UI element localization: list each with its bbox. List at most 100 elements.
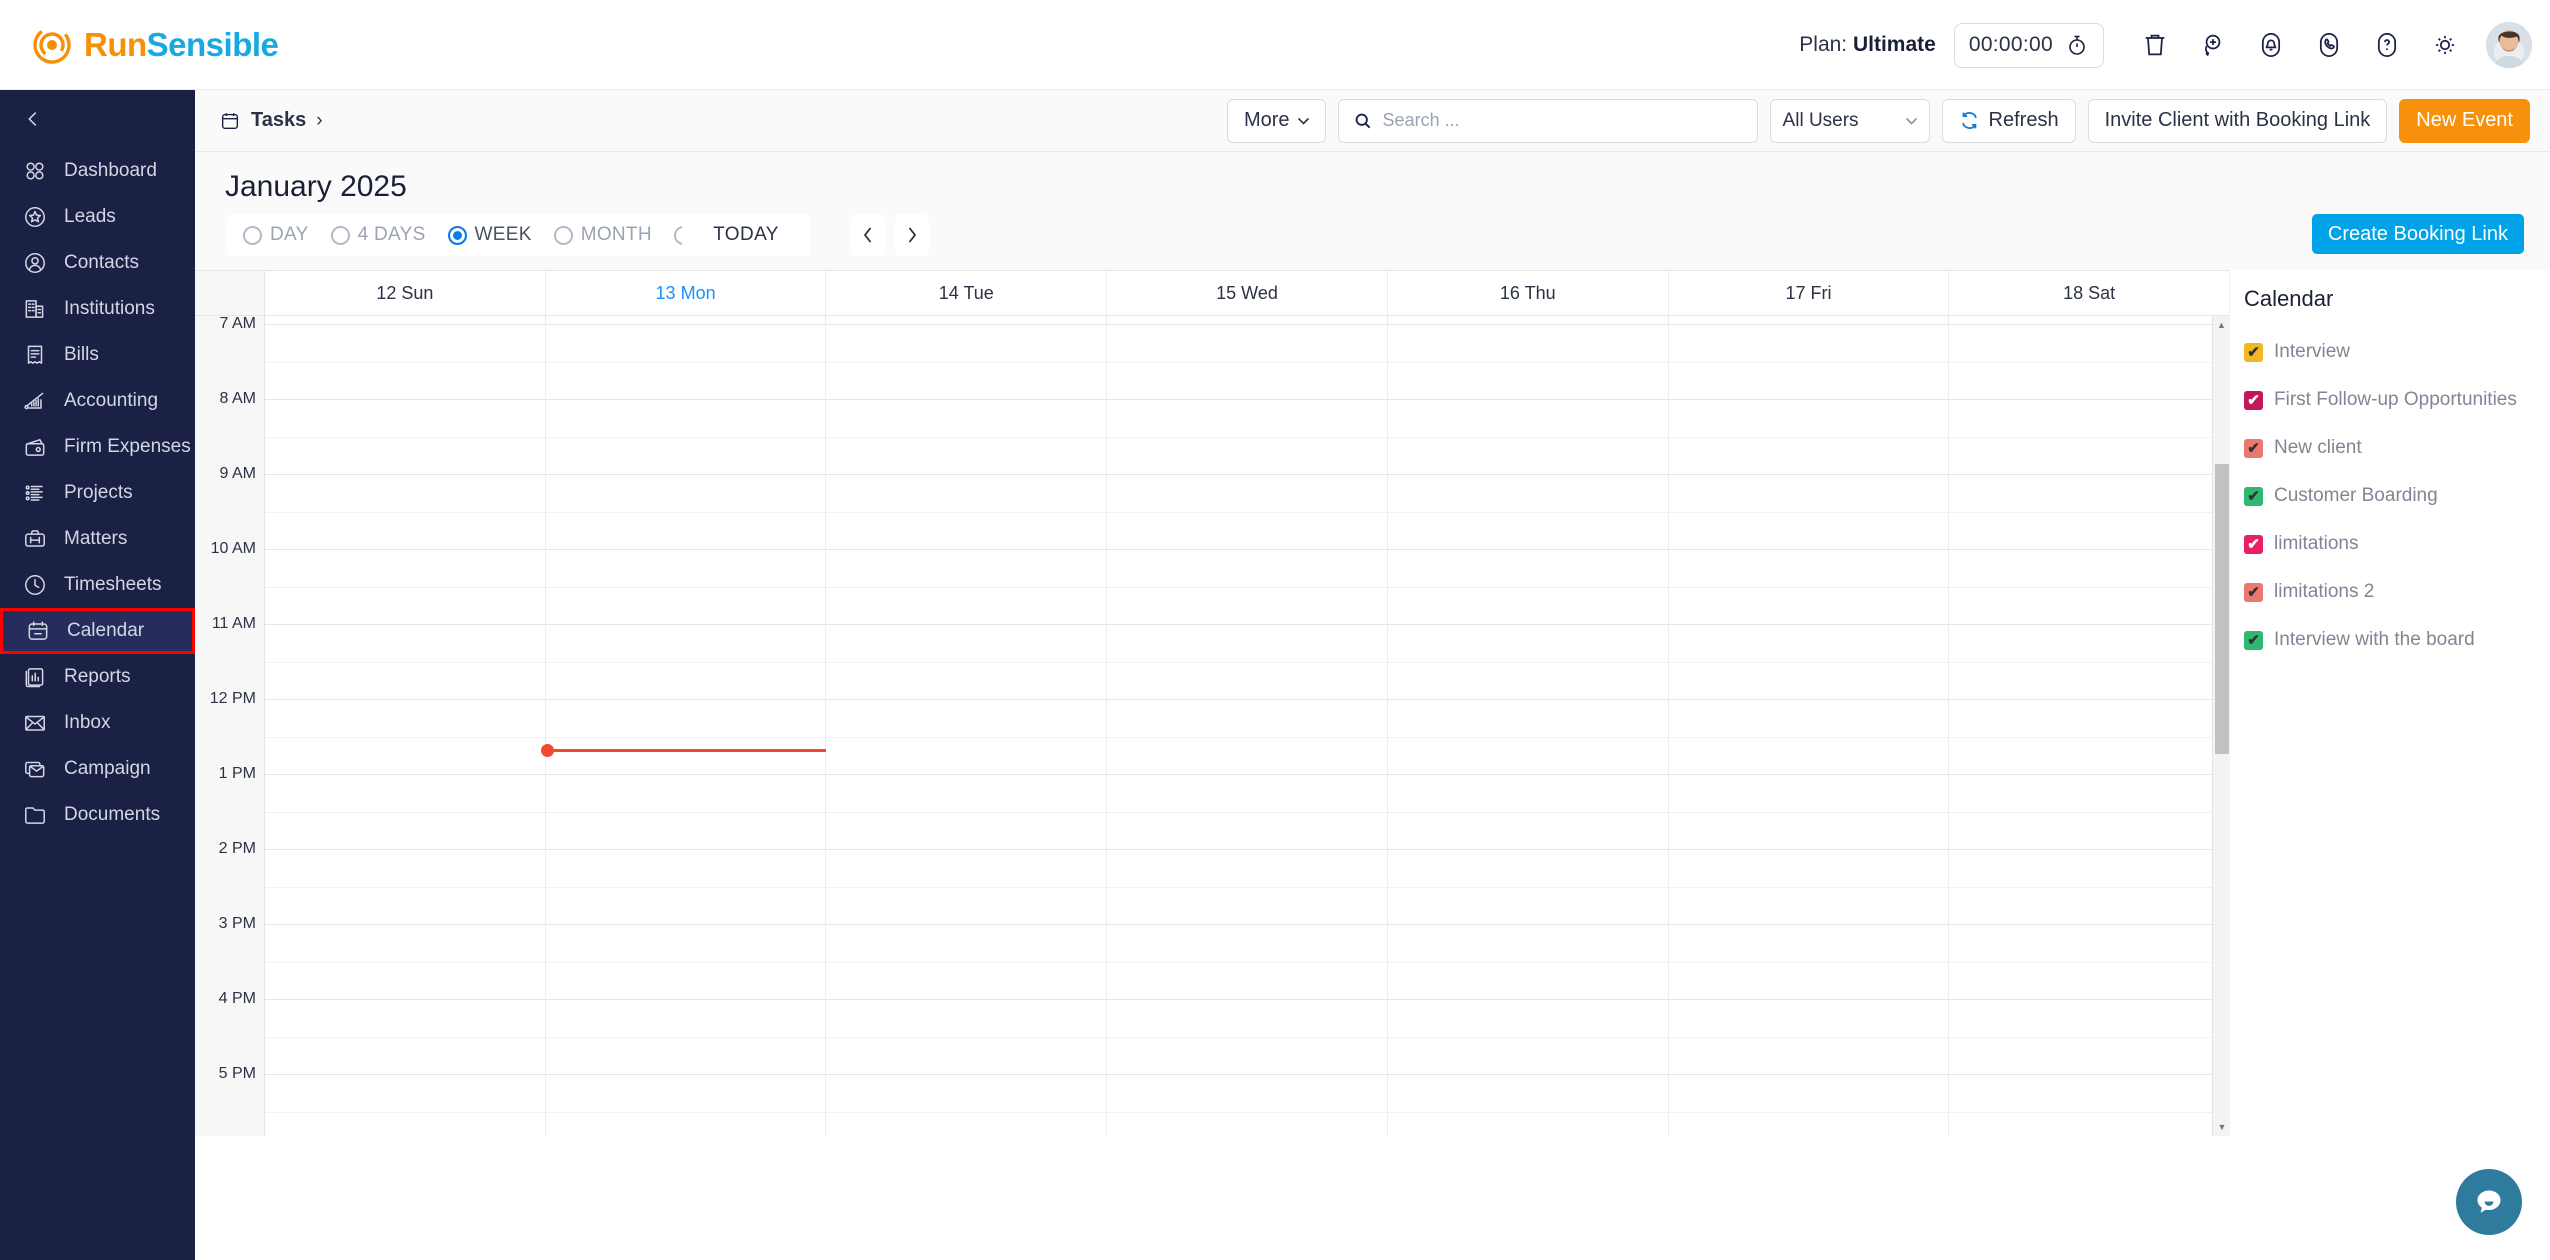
sidebar-item-documents[interactable]: Documents: [0, 792, 195, 838]
search-box[interactable]: [1337, 98, 1758, 143]
scroll-down-arrow[interactable]: ▼: [2213, 1118, 2231, 1136]
sidebar-item-contacts[interactable]: Contacts: [0, 240, 195, 286]
call-button[interactable]: [2300, 16, 2358, 74]
sidebar-item-bills[interactable]: Bills: [0, 332, 195, 378]
calendar-filter-checkbox[interactable]: ✔: [2244, 390, 2263, 410]
invite-client-button[interactable]: Invite Client with Booking Link: [2087, 98, 2388, 143]
user-filter-select[interactable]: All Users: [1769, 98, 1930, 143]
documents-icon-wrap: [22, 802, 48, 828]
day-header-today[interactable]: 13 Mon: [546, 271, 827, 315]
sidebar-item-inbox[interactable]: Inbox: [0, 700, 195, 746]
sidebar-item-timesheets[interactable]: Timesheets: [0, 562, 195, 608]
day-header[interactable]: 14 Tue: [826, 271, 1108, 315]
trash-icon: [2145, 34, 2165, 56]
day-column[interactable]: [546, 316, 827, 1136]
sidebar-item-projects[interactable]: Projects: [0, 470, 195, 516]
trash-button[interactable]: [2126, 16, 2184, 74]
refresh-button[interactable]: Refresh: [1941, 98, 2076, 143]
calendar-filter-item[interactable]: ✔ First Follow-up Opportunities: [2244, 376, 2550, 424]
refresh-label: Refresh: [1988, 109, 2059, 131]
view-radio-label: 4 DAYS: [357, 224, 426, 245]
sidebar-item-label: Institutions: [64, 298, 155, 319]
timer-widget[interactable]: 00:00:00: [1953, 22, 2104, 68]
day-columns[interactable]: [265, 316, 2230, 1136]
calendar-grid: 12 Sun 13 Mon 14 Tue 15 Wed 16 Thu 17 Fri 18 S…: [195, 270, 2231, 1260]
scroll-up-arrow[interactable]: ▲: [2213, 316, 2230, 334]
calendar-filter-item[interactable]: ✔ Customer Boarding: [2244, 472, 2550, 520]
sidebar-item-calendar[interactable]: Calendar: [0, 608, 195, 654]
day-header[interactable]: 18 Sat: [1949, 271, 2231, 315]
phone-icon: [2319, 33, 2339, 57]
help-button[interactable]: [2358, 16, 2416, 74]
calendar-scroll-area[interactable]: 7 AM 8 AM 9 AM 10 AM 11 AM 12 PM 1 PM 2 PM 3 PM 4…: [195, 316, 2230, 1136]
search-icon: [1355, 113, 1370, 128]
prev-period-button[interactable]: [851, 214, 885, 256]
day-column[interactable]: [1949, 316, 2230, 1136]
day-header[interactable]: 16 Thu: [1388, 271, 1669, 315]
day-column[interactable]: [1107, 316, 1388, 1136]
add-button[interactable]: [2184, 16, 2242, 74]
day-column[interactable]: [265, 316, 546, 1136]
breadcrumb[interactable]: Tasks ›: [219, 109, 323, 132]
search-input[interactable]: [1382, 110, 1743, 131]
page-toolbar: Tasks › More All Users: [195, 90, 2550, 152]
calendar-filter-checkbox[interactable]: ✔: [2244, 486, 2263, 506]
dashboard-icon-wrap: [22, 158, 48, 184]
view-radio-day[interactable]: DAY: [243, 224, 309, 246]
day-column[interactable]: [826, 316, 1108, 1136]
sidebar-item-firm-expenses[interactable]: Firm Expenses: [0, 424, 195, 470]
calendar-filter-item[interactable]: ✔ Interview: [2244, 328, 2550, 376]
app-logo[interactable]: RunSensible: [32, 25, 279, 65]
sidebar-item-campaign[interactable]: Campaign: [0, 746, 195, 792]
calendar-vertical-scrollbar[interactable]: ▲ ▼: [2212, 316, 2230, 1136]
calendar-filter-checkbox[interactable]: ✔: [2244, 630, 2263, 650]
day-header[interactable]: 15 Wed: [1107, 271, 1388, 315]
view-radio-label: WEEK: [474, 224, 532, 245]
calendar-filter-item[interactable]: ✔ limitations: [2244, 520, 2550, 568]
new-event-button[interactable]: New Event: [2399, 98, 2530, 143]
sidebar-collapse-button[interactable]: [0, 90, 195, 148]
view-radio-week[interactable]: WEEK: [447, 224, 532, 246]
day-column[interactable]: [1388, 316, 1669, 1136]
calendar-filter-checkbox[interactable]: ✔: [2244, 342, 2263, 362]
campaign-icon: [25, 761, 45, 778]
notifications-button[interactable]: [2242, 16, 2300, 74]
header-actions: Plan: Ultimate 00:00:00: [1799, 0, 2532, 90]
calendar-filter-item[interactable]: ✔ Interview with the board: [2244, 616, 2550, 664]
radio-dot-icon: [243, 225, 262, 245]
chevron-left-icon: [28, 112, 37, 126]
day-header[interactable]: 12 Sun: [265, 271, 546, 315]
today-button[interactable]: TODAY: [682, 214, 810, 256]
calendar-filter-checkbox[interactable]: ✔: [2244, 534, 2263, 554]
contacts-icon-wrap: [22, 250, 48, 276]
calendar-filter-label: limitations: [2274, 533, 2359, 554]
create-booking-link-button[interactable]: Create Booking Link: [2311, 214, 2524, 254]
sidebar-item-institutions[interactable]: Institutions: [0, 286, 195, 332]
calendar-filter-item[interactable]: ✔ limitations 2: [2244, 568, 2550, 616]
sidebar-item-reports[interactable]: Reports: [0, 654, 195, 700]
sidebar-item-matters[interactable]: Matters: [0, 516, 195, 562]
view-radio-4-days[interactable]: 4 DAYS: [330, 224, 426, 246]
calendar-header: January 2025 DAY4 DAYSWEEKMONTHAGENDA TO…: [195, 152, 2550, 270]
sidebar-item-label: Contacts: [64, 252, 139, 273]
calendar-panel-title: Calendar: [2244, 286, 2334, 311]
sidebar-item-dashboard[interactable]: Dashboard: [0, 148, 195, 194]
sidebar-item-accounting[interactable]: Accounting: [0, 378, 195, 424]
avatar[interactable]: [2486, 22, 2532, 68]
day-column[interactable]: [1669, 316, 1950, 1136]
day-header[interactable]: 17 Fri: [1669, 271, 1950, 315]
radio-dot-icon: [330, 225, 350, 245]
calendar-filter-item[interactable]: ✔ New client: [2244, 424, 2550, 472]
next-period-button[interactable]: [895, 214, 929, 256]
settings-button[interactable]: [2416, 16, 2474, 74]
calendar-filter-checkbox[interactable]: ✔: [2244, 438, 2263, 458]
runsensible-swirl-icon: [33, 25, 71, 64]
view-radio-month[interactable]: MONTH: [553, 224, 652, 246]
inbox-icon-wrap: [22, 710, 48, 736]
calendar-filter-checkbox[interactable]: ✔: [2244, 582, 2263, 602]
more-button[interactable]: More: [1226, 98, 1326, 143]
sidebar-item-leads[interactable]: Leads: [0, 194, 195, 240]
chat-button[interactable]: [2456, 1169, 2522, 1235]
scrollbar-thumb[interactable]: [2215, 464, 2229, 754]
sidebar-item-label: Dashboard: [64, 160, 157, 181]
